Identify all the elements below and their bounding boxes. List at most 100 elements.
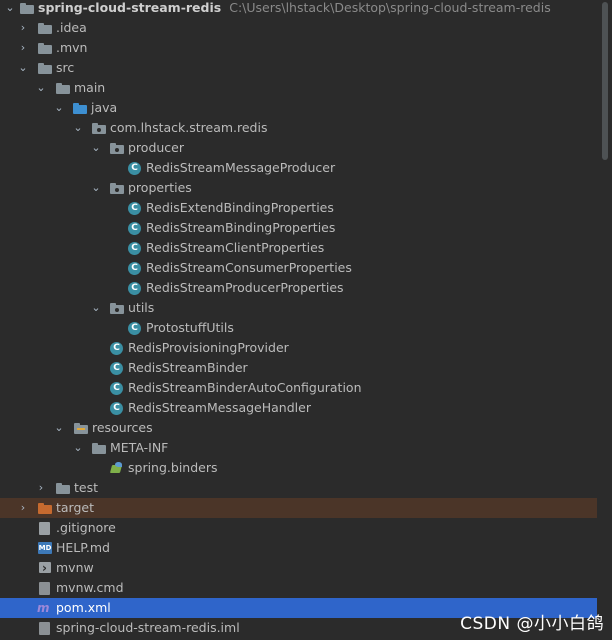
class-icon: C <box>110 402 123 415</box>
tree-item-label: RedisStreamConsumerProperties <box>146 260 352 275</box>
tree-row-package-root[interactable]: ⌄ com.lhstack.stream.redis <box>0 118 597 138</box>
chevron-right-icon[interactable]: › <box>16 18 30 38</box>
chevron-down-icon[interactable]: ⌄ <box>89 138 103 158</box>
tree-row-class[interactable]: C RedisStreamBindingProperties <box>0 218 597 238</box>
tree-item-label: RedisStreamMessageHandler <box>128 400 311 415</box>
class-icon: C <box>110 362 123 375</box>
tree-item-label: HELP.md <box>56 540 110 555</box>
folder-icon <box>56 83 70 94</box>
tree-item-label: RedisStreamClientProperties <box>146 240 325 255</box>
tree-item-label: com.lhstack.stream.redis <box>110 120 268 135</box>
class-icon: C <box>128 202 141 215</box>
spring-file-icon <box>110 462 124 474</box>
gitignore-file-icon <box>39 522 50 535</box>
tree-item-label: pom.xml <box>56 600 111 615</box>
class-icon: C <box>128 322 141 335</box>
tree-item-label: RedisStreamBindingProperties <box>146 220 336 235</box>
class-icon: C <box>110 382 123 395</box>
tree-row-class[interactable]: C RedisExtendBindingProperties <box>0 198 597 218</box>
resources-folder-icon <box>74 423 88 434</box>
tree-row-class[interactable]: C ProtostuffUtils <box>0 318 597 338</box>
tree-row-idea[interactable]: › .idea <box>0 18 597 38</box>
tree-row-java[interactable]: ⌄ java <box>0 98 597 118</box>
source-folder-icon <box>73 103 87 114</box>
tree-row-class[interactable]: C RedisStreamProducerProperties <box>0 278 597 298</box>
chevron-down-icon[interactable]: ⌄ <box>52 98 66 118</box>
tree-row-class[interactable]: C RedisStreamConsumerProperties <box>0 258 597 278</box>
maven-pom-icon: m <box>37 601 50 615</box>
tree-item-label: mvnw <box>56 560 94 575</box>
chevron-right-icon[interactable]: › <box>34 478 48 498</box>
tree-row-utils[interactable]: ⌄ utils <box>0 298 597 318</box>
shell-file-icon <box>39 558 51 578</box>
tree-item-label: RedisStreamBinder <box>128 360 248 375</box>
chevron-down-icon[interactable]: ⌄ <box>16 58 30 78</box>
class-icon: C <box>110 342 123 355</box>
tree-row-resources[interactable]: ⌄ resources <box>0 418 597 438</box>
tree-row-mvn[interactable]: › .mvn <box>0 38 597 58</box>
scrollbar-thumb[interactable] <box>602 2 608 160</box>
chevron-down-icon[interactable]: ⌄ <box>89 178 103 198</box>
tree-row-root[interactable]: ⌄ spring-cloud-stream-redis C:\Users\lhst… <box>0 0 597 18</box>
tree-row-spring-binders[interactable]: spring.binders <box>0 458 597 478</box>
tree-row-main[interactable]: ⌄ main <box>0 78 597 98</box>
chevron-right-icon[interactable]: › <box>16 498 30 518</box>
folder-icon <box>38 43 52 54</box>
chevron-down-icon[interactable]: ⌄ <box>71 438 85 458</box>
chevron-down-icon[interactable]: ⌄ <box>89 298 103 318</box>
text-file-icon <box>39 582 50 595</box>
class-icon: C <box>128 262 141 275</box>
folder-icon <box>38 63 52 74</box>
class-icon: C <box>128 222 141 235</box>
iml-file-icon <box>39 622 50 635</box>
class-icon: C <box>128 282 141 295</box>
tree-row-class[interactable]: C RedisStreamClientProperties <box>0 238 597 258</box>
project-tree: ⌄ spring-cloud-stream-redis C:\Users\lhst… <box>0 0 597 638</box>
package-icon <box>110 303 124 314</box>
tree-item-label: test <box>74 480 99 495</box>
tree-row-mvnw[interactable]: mvnw <box>0 558 597 578</box>
package-icon <box>110 143 124 154</box>
tree-item-label: java <box>91 100 118 115</box>
tree-item-label: properties <box>128 180 192 195</box>
tree-item-label: META-INF <box>110 440 169 455</box>
tree-item-label: .gitignore <box>56 520 116 535</box>
tree-item-label: target <box>56 500 95 515</box>
tree-item-label: spring.binders <box>128 460 218 475</box>
tree-item-label: RedisProvisioningProvider <box>128 340 289 355</box>
chevron-down-icon[interactable]: ⌄ <box>71 118 85 138</box>
tree-item-label: src <box>56 60 75 75</box>
tree-item-label: resources <box>92 420 153 435</box>
tree-row-help-md[interactable]: MD HELP.md <box>0 538 597 558</box>
tree-row-mvnw-cmd[interactable]: mvnw.cmd <box>0 578 597 598</box>
package-icon <box>92 123 106 134</box>
tree-item-label: .mvn <box>56 40 88 55</box>
chevron-down-icon[interactable]: ⌄ <box>52 418 66 438</box>
tree-row-properties[interactable]: ⌄ properties <box>0 178 597 198</box>
tree-row-src[interactable]: ⌄ src <box>0 58 597 78</box>
tree-item-label: main <box>74 80 106 95</box>
tree-row-meta-inf[interactable]: ⌄ META-INF <box>0 438 597 458</box>
folder-icon <box>38 23 52 34</box>
class-icon: C <box>128 162 141 175</box>
tree-row-class[interactable]: C RedisProvisioningProvider <box>0 338 597 358</box>
tree-item-label: RedisStreamMessageProducer <box>146 160 336 175</box>
tree-row-target[interactable]: › target <box>0 498 597 518</box>
tree-item-label: RedisStreamBinderAutoConfiguration <box>128 380 362 395</box>
tree-row-class[interactable]: C RedisStreamBinderAutoConfiguration <box>0 378 597 398</box>
markdown-file-icon: MD <box>38 542 52 554</box>
tree-row-class[interactable]: C RedisStreamMessageHandler <box>0 398 597 418</box>
chevron-down-icon[interactable]: ⌄ <box>3 0 17 18</box>
package-icon <box>110 183 124 194</box>
vertical-scrollbar[interactable] <box>600 0 610 640</box>
watermark: CSDN @小小白鸽 <box>460 614 604 634</box>
tree-row-class[interactable]: C RedisStreamBinder <box>0 358 597 378</box>
chevron-down-icon[interactable]: ⌄ <box>34 78 48 98</box>
tree-row-class[interactable]: C RedisStreamMessageProducer <box>0 158 597 178</box>
excluded-folder-icon <box>38 503 52 514</box>
tree-row-test[interactable]: › test <box>0 478 597 498</box>
tree-row-producer[interactable]: ⌄ producer <box>0 138 597 158</box>
tree-row-gitignore[interactable]: .gitignore <box>0 518 597 538</box>
tree-item-label: ProtostuffUtils <box>146 320 234 335</box>
chevron-right-icon[interactable]: › <box>16 38 30 58</box>
